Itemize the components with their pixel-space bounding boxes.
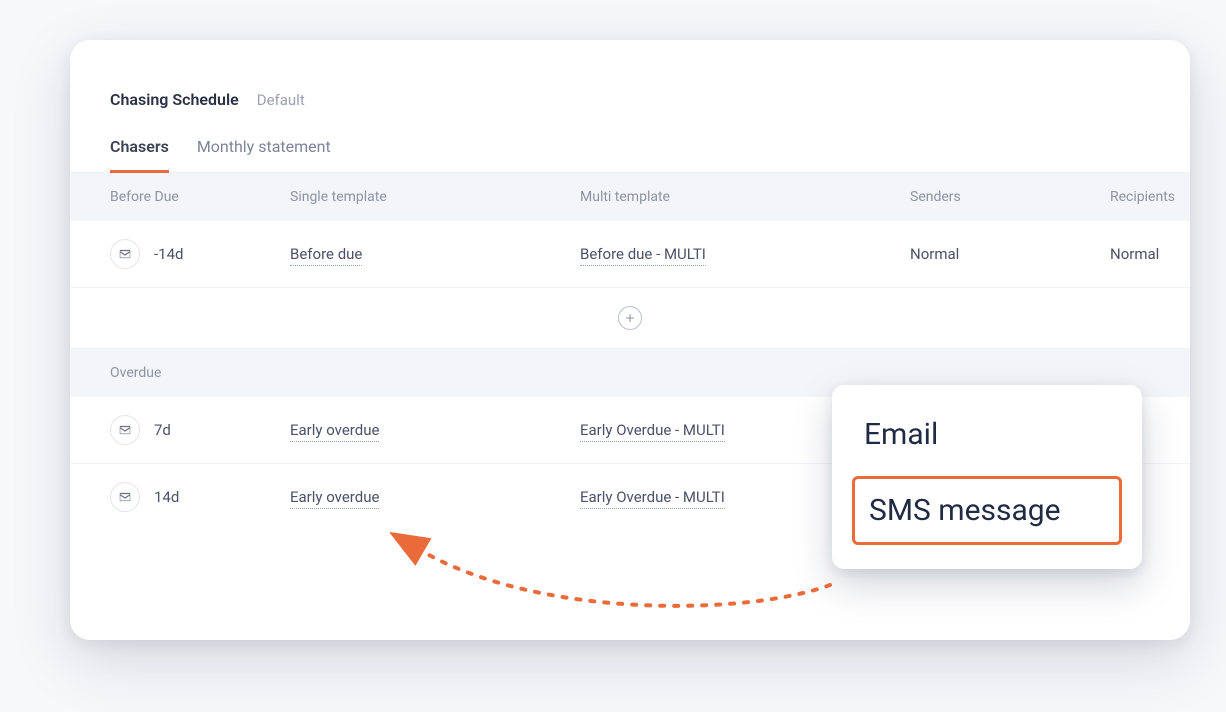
col-recipients: Recipients xyxy=(1110,189,1175,205)
tabs: Chasers Monthly statement xyxy=(70,109,1190,173)
col-senders: Senders xyxy=(910,189,1110,205)
day-cell: 7d xyxy=(110,415,290,445)
card-header: Chasing Schedule Default xyxy=(70,90,1190,109)
single-template-link[interactable]: Before due xyxy=(290,245,362,266)
tab-monthly-statement[interactable]: Monthly statement xyxy=(197,137,331,172)
days-value: -14d xyxy=(154,245,183,263)
single-template-link[interactable]: Early overdue xyxy=(290,421,379,442)
mail-icon[interactable] xyxy=(110,415,140,445)
table-row: -14d Before due Before due - MULTI Norma… xyxy=(70,221,1190,288)
col-single-template: Single template xyxy=(290,189,580,205)
col-multi-template: Multi template xyxy=(580,189,910,205)
mail-icon[interactable] xyxy=(110,239,140,269)
schedule-name: Default xyxy=(257,91,305,109)
mail-icon[interactable] xyxy=(110,482,140,512)
col-before-due: Before Due xyxy=(110,189,290,205)
senders-value: Normal xyxy=(910,245,1110,263)
table-header-before-due: Before Due Single template Multi templat… xyxy=(70,173,1190,221)
days-value: 7d xyxy=(154,421,171,439)
option-email[interactable]: Email xyxy=(852,407,1122,462)
page-title: Chasing Schedule xyxy=(110,90,239,109)
day-cell: 14d xyxy=(110,482,290,512)
multi-template-link[interactable]: Before due - MULTI xyxy=(580,245,706,266)
message-type-popover: Email SMS message xyxy=(832,385,1142,569)
tab-chasers[interactable]: Chasers xyxy=(110,137,169,173)
day-cell: -14d xyxy=(110,239,290,269)
days-value: 14d xyxy=(154,488,179,506)
option-sms[interactable]: SMS message xyxy=(852,476,1122,545)
recipients-value: Normal xyxy=(1110,245,1159,263)
add-chaser-button[interactable] xyxy=(618,306,642,330)
multi-template-link[interactable]: Early Overdue - MULTI xyxy=(580,488,725,509)
single-template-link[interactable]: Early overdue xyxy=(290,488,379,509)
add-row-separator xyxy=(70,288,1190,349)
multi-template-link[interactable]: Early Overdue - MULTI xyxy=(580,421,725,442)
